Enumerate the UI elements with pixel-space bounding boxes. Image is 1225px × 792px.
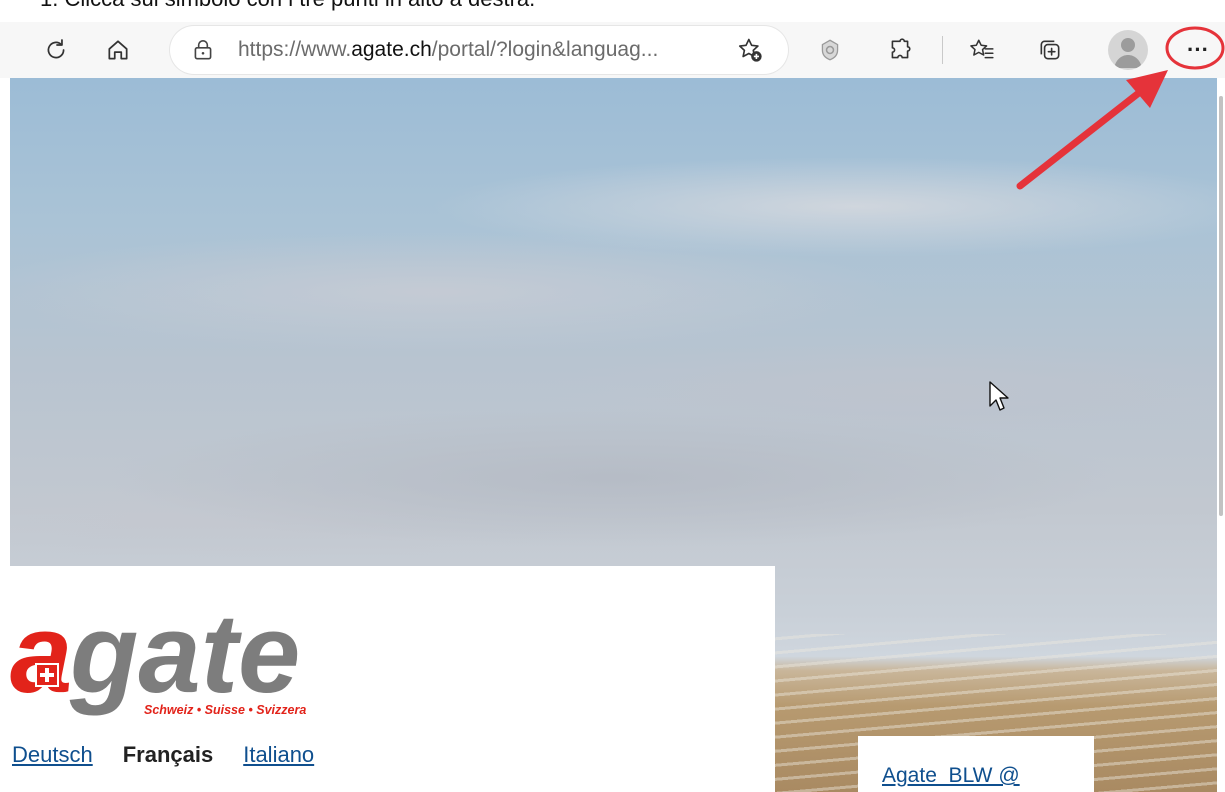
agate-logo: a gate Schweiz • Suisse • Svizzera [10, 604, 306, 717]
collections-icon [1040, 40, 1060, 60]
address-bar[interactable]: https://www.agate.ch/portal/?login&langu… [170, 26, 788, 74]
home-icon [108, 40, 128, 60]
settings-and-more-button[interactable]: ··· [1176, 28, 1220, 72]
toolbar-divider [942, 36, 943, 64]
mouse-pointer-icon [989, 381, 1009, 411]
lock-icon[interactable] [190, 37, 216, 63]
favorites-icon [970, 39, 994, 59]
twitter-link[interactable]: Agate_BLW @ [882, 764, 1020, 788]
instruction-caption: 1. Clicca sul simbolo con i tre punti in… [40, 0, 535, 12]
logo-letters-gate: gate [69, 604, 300, 716]
login-panel: a gate Schweiz • Suisse • Svizzera Deuts… [0, 566, 775, 792]
url-rest: /portal/?login&languag... [431, 38, 659, 61]
tracking-prevention-button[interactable] [808, 28, 852, 72]
twitter-card: Agate_BLW @ [858, 736, 1094, 792]
url-prefix: https://www. [238, 38, 352, 61]
lang-francais-current: Français [122, 742, 214, 767]
extensions-button[interactable] [878, 28, 922, 72]
logo-letter-a: a [10, 604, 72, 716]
add-favorite-icon[interactable] [736, 36, 764, 64]
extensions-icon [891, 38, 911, 59]
home-button[interactable] [96, 28, 140, 72]
url-domain: agate.ch [351, 38, 432, 61]
collections-button[interactable] [1028, 28, 1072, 72]
refresh-icon [47, 39, 65, 59]
scrollbar-thumb[interactable] [1219, 96, 1223, 516]
tracking-prevention-icon [821, 39, 839, 61]
lang-italiano-link[interactable]: Italiano [243, 742, 314, 767]
page-scrollbar[interactable] [1217, 78, 1225, 792]
lang-deutsch-link[interactable]: Deutsch [12, 742, 93, 767]
favorites-button[interactable] [960, 28, 1004, 72]
more-dots-icon: ··· [1187, 37, 1209, 62]
profile-icon [1114, 38, 1142, 68]
browser-toolbar: https://www.agate.ch/portal/?login&langu… [0, 22, 1225, 78]
logo-tagline: Schweiz • Suisse • Svizzera [144, 703, 306, 717]
url-text[interactable]: https://www.agate.ch/portal/?login&langu… [238, 38, 658, 62]
refresh-button[interactable] [34, 28, 78, 72]
language-switcher: Deutsch Français Italiano [12, 742, 314, 768]
avatar[interactable] [1108, 30, 1148, 70]
